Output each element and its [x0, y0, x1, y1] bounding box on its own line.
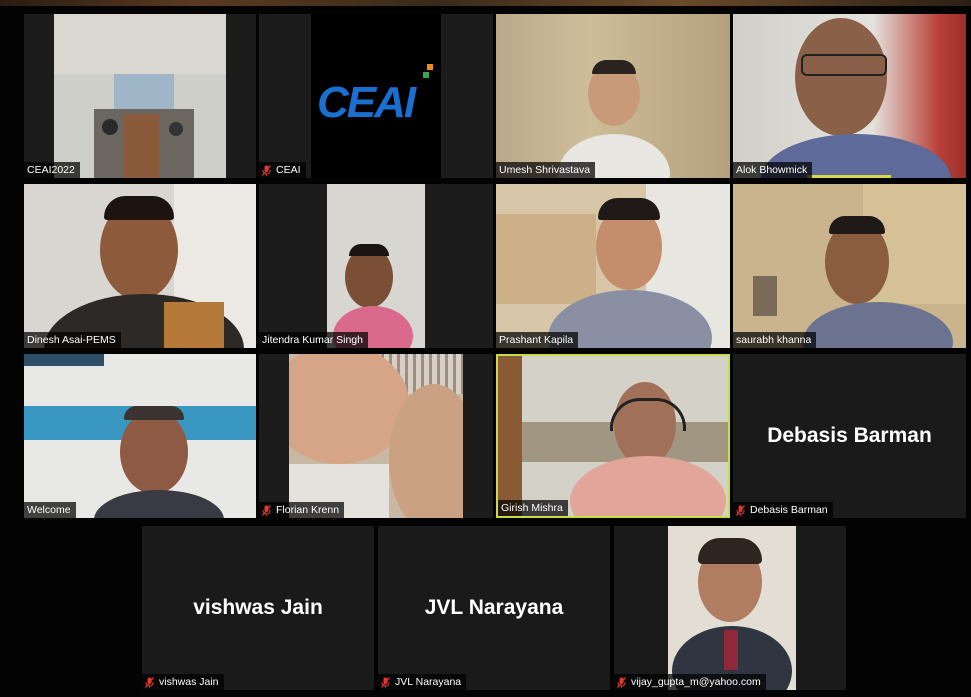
ceai-logo: CEAI: [317, 78, 416, 127]
participant-name: Jitendra Kumar Singh: [259, 332, 368, 348]
participant-tile[interactable]: Welcome: [24, 354, 256, 518]
participant-tile-active[interactable]: Girish Mishra: [496, 354, 730, 518]
participant-tile[interactable]: JVL Narayana JVL Narayana: [378, 526, 610, 690]
mic-muted-icon: [262, 505, 271, 516]
mic-muted-icon: [381, 677, 390, 688]
participant-tile[interactable]: Alok Bhowmick: [733, 14, 966, 178]
mic-muted-icon: [145, 677, 154, 688]
participant-name: Debasis Barman: [733, 502, 833, 518]
participant-video: [24, 184, 256, 348]
participant-video: [498, 356, 728, 516]
participant-tile[interactable]: Dinesh Asai-PEMS: [24, 184, 256, 348]
speaking-indicator: [807, 175, 891, 178]
participant-tile[interactable]: Umesh Shrivastava: [496, 14, 730, 178]
participant-name: Umesh Shrivastava: [496, 162, 596, 178]
participant-name: JVL Narayana: [378, 674, 467, 690]
participant-name: Dinesh Asai-PEMS: [24, 332, 121, 348]
participant-name: Alok Bhowmick: [733, 162, 813, 178]
participant-video: [327, 184, 425, 348]
participant-name: Prashant Kapila: [496, 332, 579, 348]
conference-room-video: [54, 14, 226, 178]
participant-display-name: JVL Narayana: [424, 596, 564, 619]
participant-video: [496, 14, 730, 178]
participant-display-name: Debasis Barman: [767, 424, 932, 447]
participant-display-name: vishwas Jain: [193, 596, 323, 619]
participant-tile[interactable]: Debasis Barman Debasis Barman: [733, 354, 966, 518]
participant-tile[interactable]: Prashant Kapila: [496, 184, 730, 348]
participant-name: vijay_gupta_m@yahoo.com: [614, 674, 766, 690]
mic-muted-icon: [617, 677, 626, 688]
participant-tile[interactable]: Florian Krenn: [259, 354, 493, 518]
participant-video: [733, 184, 966, 348]
participant-name: Girish Mishra: [498, 500, 568, 516]
participant-tile[interactable]: saurabh khanna: [733, 184, 966, 348]
ceai-logo-video: CEAI: [311, 14, 441, 178]
mic-muted-icon: [262, 165, 271, 176]
video-call-gallery: CEAI2022 CEAI CEAI Umesh Shrivastava Alo…: [0, 0, 971, 697]
participant-photo: [668, 526, 796, 690]
participant-tile[interactable]: vishwas Jain vishwas Jain: [142, 526, 374, 690]
participant-name: CEAI2022: [24, 162, 80, 178]
participant-name: Welcome: [24, 502, 76, 518]
participant-name: Florian Krenn: [259, 502, 345, 518]
participant-name: vishwas Jain: [142, 674, 224, 690]
participant-video: [289, 354, 463, 518]
participant-name: saurabh khanna: [733, 332, 817, 348]
participant-name: CEAI: [259, 162, 306, 178]
top-video-strip: [0, 0, 971, 6]
participant-tile[interactable]: CEAI CEAI: [259, 14, 493, 178]
participant-video: [733, 14, 966, 178]
participant-video: [24, 354, 256, 518]
mic-muted-icon: [736, 505, 745, 516]
participant-video: [496, 184, 730, 348]
participant-tile[interactable]: vijay_gupta_m@yahoo.com: [614, 526, 846, 690]
participant-tile[interactable]: Jitendra Kumar Singh: [259, 184, 493, 348]
participant-tile[interactable]: CEAI2022: [24, 14, 256, 178]
